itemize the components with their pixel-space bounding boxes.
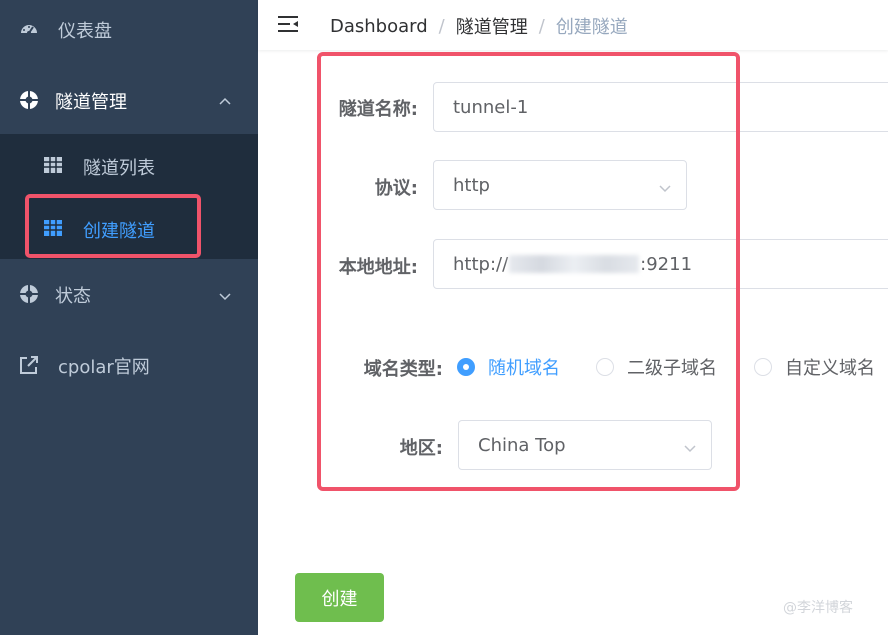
breadcrumb-item-current: 创建隧道 [555,17,628,38]
radio-custom-domain[interactable]: 自定义域名 [754,355,875,379]
radio-dot [754,358,772,376]
table-icon [44,156,62,174]
sidebar-item-cpolar-website[interactable]: cpolar官网 [0,345,258,385]
breadcrumb: Dashboard / 隧道管理 / 创建隧道 [330,13,628,39]
sidebar-item-tunnel-management[interactable]: 隧道管理 [0,80,258,120]
sidebar-item-label: 状态 [55,286,91,307]
sidebar: 仪表盘 隧道管理 隧道列表 创建隧道 状态 cpolar官网 [0,0,258,635]
sidebar-item-label: 隧道列表 [83,158,155,179]
create-button[interactable]: 创建 [295,573,384,622]
chevron-down-icon [218,287,232,301]
sidebar-item-dashboard[interactable]: 仪表盘 [0,9,258,49]
sidebar-item-tunnel-list[interactable]: 隧道列表 [0,137,258,193]
watermark: @李洋博客 [783,600,853,616]
sidebar-item-label: cpolar官网 [58,357,150,378]
top-navbar: Dashboard / 隧道管理 / 创建隧道 [258,0,888,50]
highlight-box-submenu [25,194,201,258]
breadcrumb-item-dashboard[interactable]: Dashboard [330,16,428,37]
tunnel-management-icon [19,90,39,110]
breadcrumb-item-tunnel-management: 隧道管理 [455,17,528,38]
sidebar-item-label: 隧道管理 [55,92,127,113]
radio-label: 自定义域名 [785,358,875,379]
status-icon [19,284,39,304]
sidebar-item-label: 仪表盘 [58,21,112,42]
breadcrumb-separator: / [438,15,445,37]
highlight-box-form [317,52,740,491]
dashboard-icon [19,19,39,39]
external-link-icon [19,355,39,375]
breadcrumb-separator: / [538,15,545,37]
chevron-up-icon [218,93,232,107]
hamburger-icon[interactable] [278,14,300,34]
sidebar-item-status[interactable]: 状态 [0,274,258,314]
